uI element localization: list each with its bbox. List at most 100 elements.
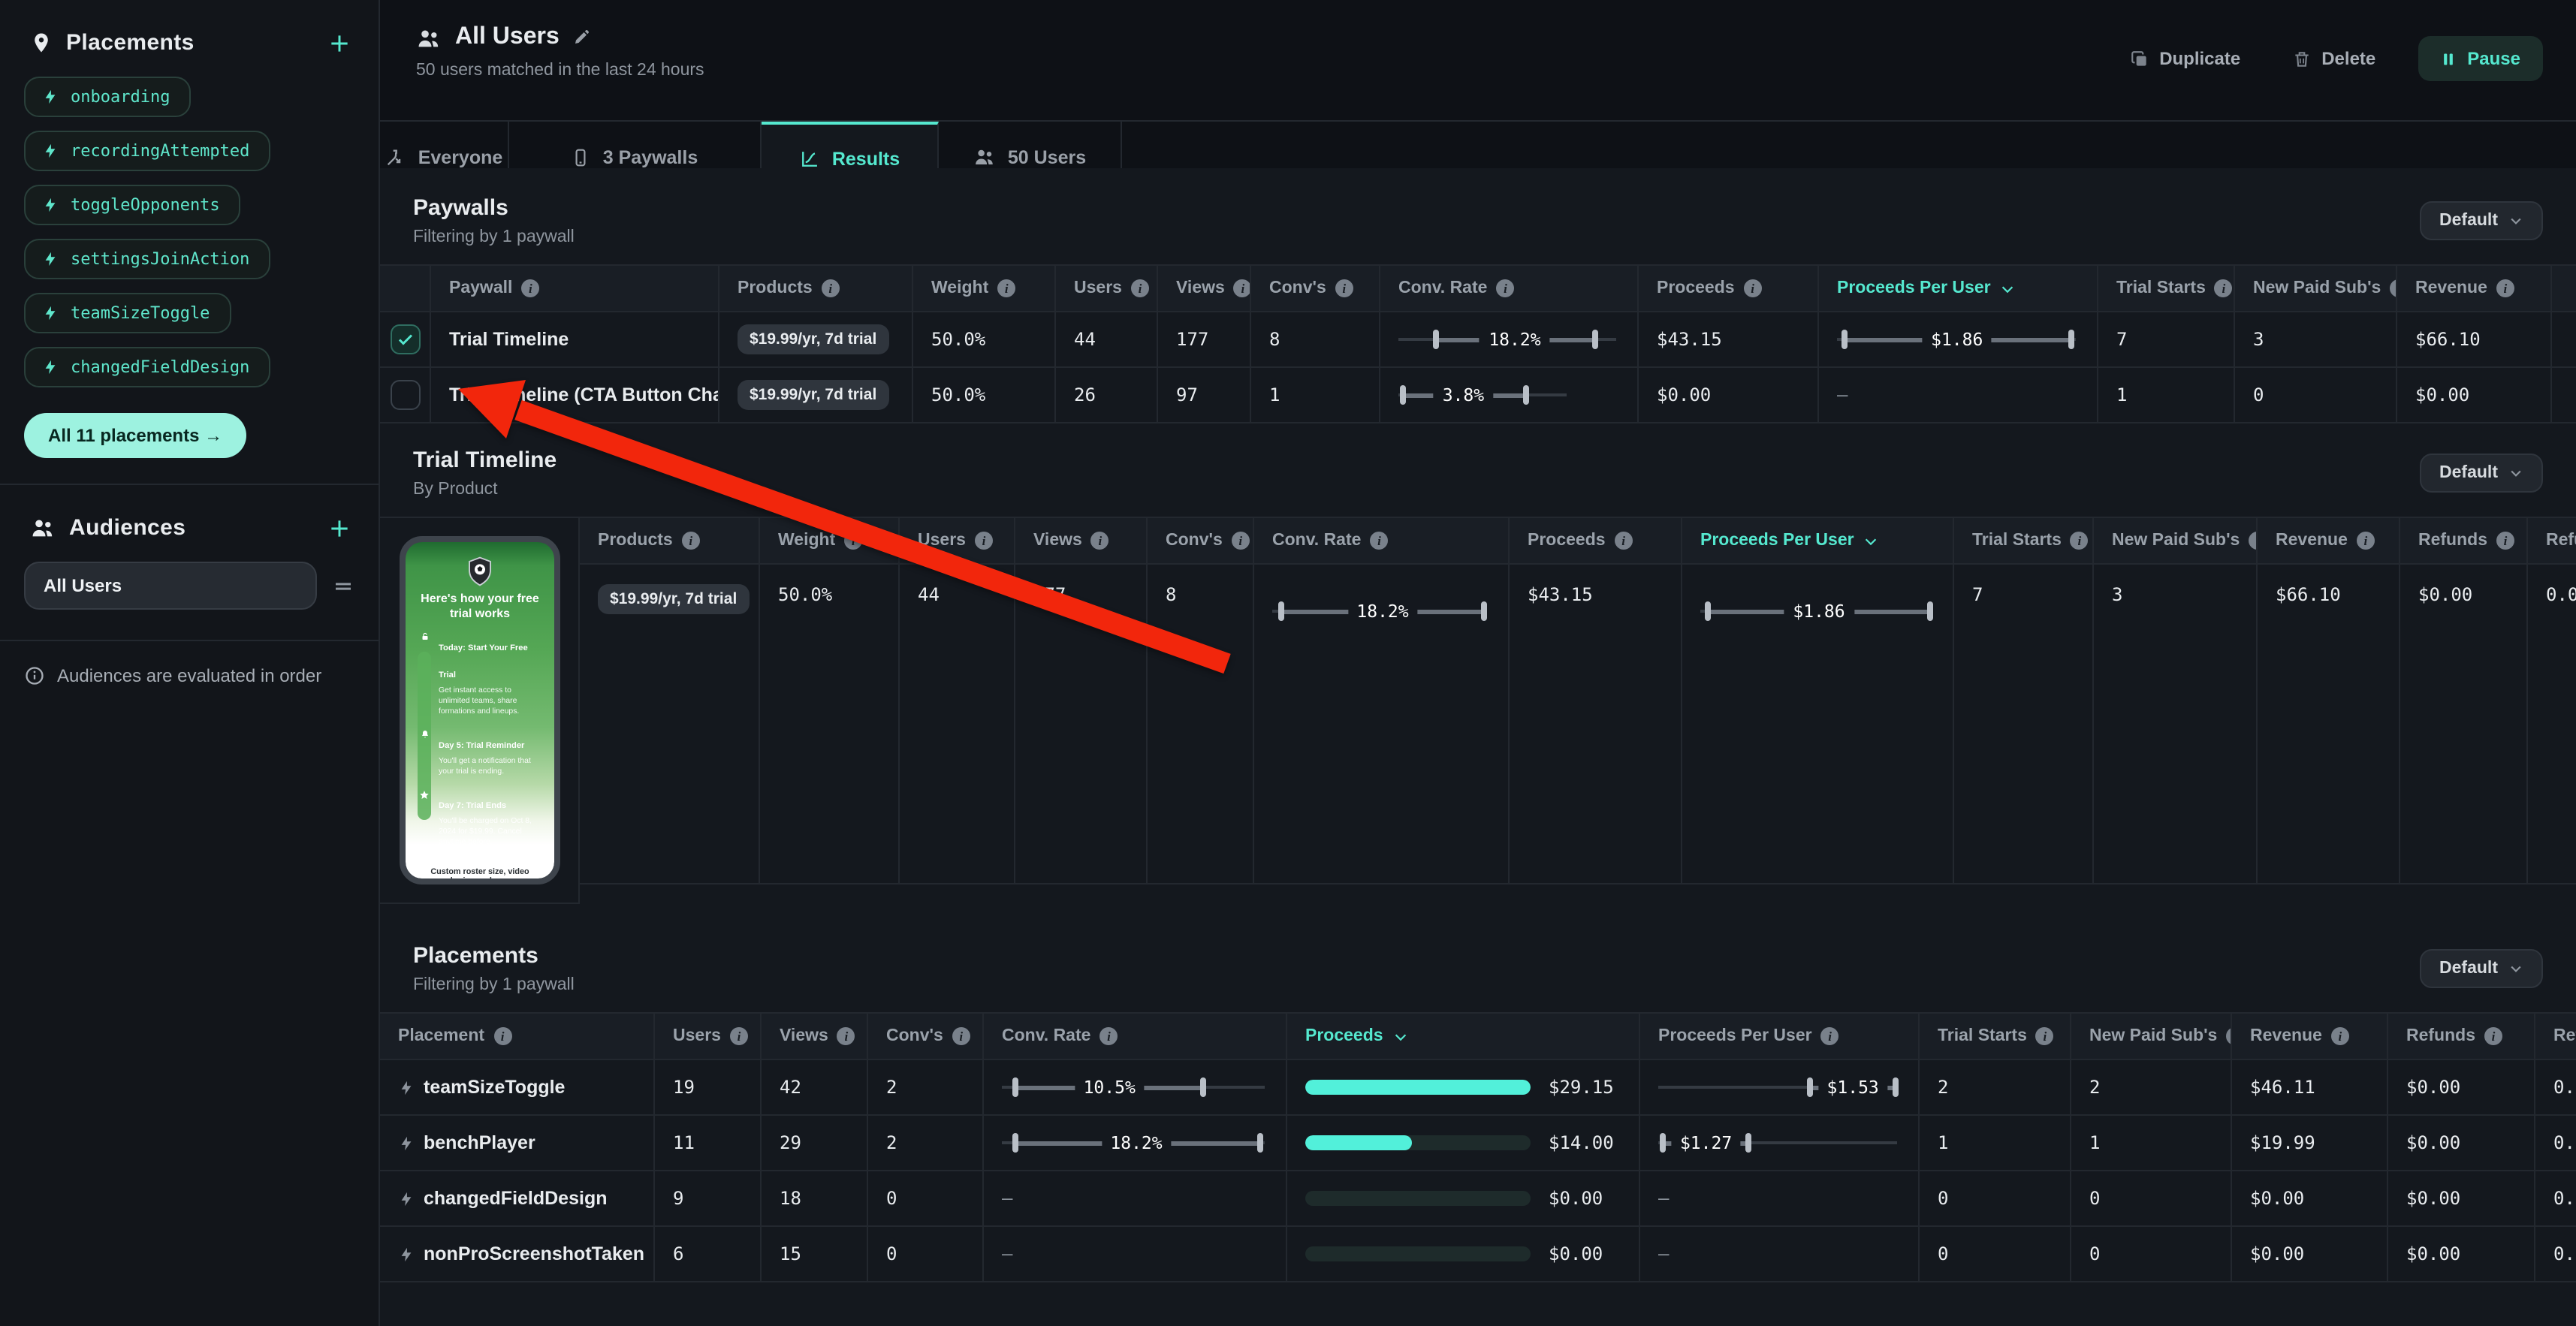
chevron-down-icon bbox=[1863, 532, 1880, 549]
section-title: Paywalls bbox=[413, 195, 575, 221]
info-icon[interactable] bbox=[2071, 532, 2089, 550]
audience-pill-all-users[interactable]: All Users bbox=[24, 562, 317, 610]
placement-pill-teamsizetoggle[interactable]: teamSizeToggle bbox=[24, 293, 231, 333]
info-icon[interactable] bbox=[521, 279, 539, 297]
placement-pill-changedfielddesign[interactable]: changedFieldDesign bbox=[24, 347, 270, 387]
info-icon[interactable] bbox=[1131, 279, 1149, 297]
info-icon[interactable] bbox=[2215, 279, 2233, 297]
info-outline-icon bbox=[24, 665, 45, 686]
proceeds-bar: $0.00 bbox=[1305, 1188, 1624, 1209]
proceeds-per-user-slider[interactable]: $1.86 bbox=[1700, 596, 1938, 626]
info-icon[interactable] bbox=[2496, 279, 2514, 297]
paywall-bottom-sheet: Custom roster size, video sharing and mo… bbox=[410, 860, 550, 878]
conv-rate-slider[interactable]: 18.2% bbox=[1272, 596, 1493, 626]
checkbox-checked[interactable] bbox=[390, 324, 420, 354]
info-icon[interactable] bbox=[822, 279, 840, 297]
pause-button[interactable]: Pause bbox=[2418, 36, 2543, 81]
info-icon[interactable] bbox=[2390, 279, 2397, 297]
info-icon[interactable] bbox=[1370, 532, 1388, 550]
proceeds-per-user-slider[interactable]: $1.86 bbox=[1837, 324, 2082, 354]
delete-button[interactable]: Delete bbox=[2282, 47, 2384, 71]
bolt-icon bbox=[42, 197, 59, 213]
info-icon[interactable] bbox=[837, 1027, 855, 1045]
users-icon bbox=[30, 517, 56, 539]
split-arrow-icon bbox=[385, 146, 406, 167]
info-icon[interactable] bbox=[2331, 1027, 2349, 1045]
paywalls-default-dropdown[interactable]: Default bbox=[2420, 201, 2543, 240]
conv-rate-slider[interactable]: 3.8% bbox=[1398, 380, 1622, 410]
bolt-icon bbox=[42, 359, 59, 375]
placements-default-dropdown[interactable]: Default bbox=[2420, 949, 2543, 988]
bolt-icon bbox=[42, 251, 59, 267]
sorted-column-header[interactable]: Proceeds Per User bbox=[1682, 518, 1954, 563]
duplicate-button[interactable]: Duplicate bbox=[2120, 47, 2249, 71]
info-icon[interactable] bbox=[1821, 1027, 1839, 1045]
info-icon[interactable] bbox=[730, 1027, 748, 1045]
info-icon[interactable] bbox=[1234, 279, 1251, 297]
main-panel: All Users 50 users matched in the last 2… bbox=[380, 0, 2576, 1326]
info-icon[interactable] bbox=[2226, 1027, 2232, 1045]
placement-pill-recordingattempted[interactable]: recordingAttempted bbox=[24, 131, 270, 171]
trial-timeline-table: Here's how your free trial works Today: … bbox=[380, 517, 2576, 904]
placements-section: Placements Filtering by 1 paywall Defaul… bbox=[380, 904, 2576, 1282]
proceeds-per-user-slider[interactable]: $1.27 bbox=[1658, 1128, 1903, 1158]
add-audience-button[interactable] bbox=[327, 516, 351, 540]
bolt-icon bbox=[42, 89, 59, 105]
paywall-row-trial-timeline: Trial Timeline $19.99/yr, 7d trial 50.0%… bbox=[380, 312, 2576, 368]
info-icon[interactable] bbox=[2484, 1027, 2502, 1045]
trial-timeline-default-dropdown[interactable]: Default bbox=[2420, 454, 2543, 493]
sorted-column-header[interactable]: Proceeds Per User bbox=[1819, 266, 2098, 311]
matched-users-subtitle: 50 users matched in the last 24 hours bbox=[416, 62, 704, 80]
conv-rate-slider[interactable]: 10.5% bbox=[1002, 1072, 1271, 1102]
placements-table: Placement Users Views Conv's Conv. Rate … bbox=[380, 1012, 2576, 1282]
section-subtitle: By Product bbox=[413, 481, 557, 499]
placement-row-changedfielddesign: changedFieldDesign 9 18 0 – $0.00 – 0 0 … bbox=[380, 1171, 2576, 1227]
placement-row-nonproscreenshottaken: nonProScreenshotTaken 6 15 0 – $0.00 – 0… bbox=[380, 1227, 2576, 1282]
checkbox-unchecked[interactable] bbox=[390, 380, 420, 410]
info-icon[interactable] bbox=[1335, 279, 1353, 297]
paywall-heading: Here's how your free trial works bbox=[406, 592, 554, 620]
placements-title: Placements bbox=[66, 30, 314, 56]
info-icon[interactable] bbox=[2249, 532, 2258, 550]
drag-handle-icon[interactable] bbox=[332, 574, 354, 597]
info-icon[interactable] bbox=[493, 1027, 511, 1045]
conv-rate-slider[interactable]: 18.2% bbox=[1002, 1128, 1271, 1158]
placement-pill-onboarding[interactable]: onboarding bbox=[24, 77, 191, 117]
edit-pencil-icon[interactable] bbox=[573, 29, 591, 47]
users-icon bbox=[416, 26, 442, 49]
info-icon[interactable] bbox=[2036, 1027, 2054, 1045]
add-placement-button[interactable] bbox=[327, 31, 351, 55]
product-badge: $19.99/yr, 7d trial bbox=[738, 380, 888, 410]
bolt-icon bbox=[398, 1246, 415, 1262]
proceeds-per-user-slider[interactable]: $1.53 bbox=[1658, 1072, 1903, 1102]
timeline-step: Day 5: Trial Reminder You'll get a notif… bbox=[418, 728, 544, 778]
info-icon[interactable] bbox=[2357, 532, 2375, 550]
placement-pill-settingsjoinaction[interactable]: settingsJoinAction bbox=[24, 239, 270, 279]
info-icon[interactable] bbox=[1496, 279, 1514, 297]
section-title: Trial Timeline bbox=[413, 448, 557, 473]
sidebar: Placements onboarding recordingAttempted… bbox=[0, 0, 380, 1326]
all-placements-button[interactable]: All 11 placements → bbox=[24, 413, 246, 458]
paywall-preview-thumbnail[interactable]: Here's how your free trial works Today: … bbox=[400, 536, 560, 885]
info-icon[interactable] bbox=[997, 279, 1015, 297]
info-icon[interactable] bbox=[1744, 279, 1762, 297]
chevron-down-icon bbox=[2508, 466, 2523, 481]
chevron-down-icon bbox=[2508, 961, 2523, 976]
lock-icon bbox=[418, 631, 431, 718]
bolt-icon bbox=[42, 305, 59, 321]
placement-pill-toggleopponents[interactable]: toggleOpponents bbox=[24, 185, 241, 225]
info-icon[interactable] bbox=[975, 532, 993, 550]
trial-timeline-product-row: $19.99/yr, 7d trial 50.0% 44 177 8 18.2%… bbox=[580, 565, 2576, 885]
info-icon[interactable] bbox=[844, 532, 862, 550]
info-icon[interactable] bbox=[1091, 532, 1109, 550]
trial-timeline-section: Trial Timeline By Product Default bbox=[380, 423, 2576, 904]
info-icon[interactable] bbox=[682, 532, 700, 550]
info-icon[interactable] bbox=[1615, 532, 1633, 550]
users-icon bbox=[973, 147, 996, 167]
sorted-column-header[interactable]: Proceeds bbox=[1287, 1014, 1640, 1059]
info-icon[interactable] bbox=[1099, 1027, 1118, 1045]
info-icon[interactable] bbox=[2496, 532, 2514, 550]
info-icon[interactable] bbox=[1232, 532, 1250, 550]
conv-rate-slider[interactable]: 18.2% bbox=[1398, 324, 1622, 354]
info-icon[interactable] bbox=[952, 1027, 970, 1045]
